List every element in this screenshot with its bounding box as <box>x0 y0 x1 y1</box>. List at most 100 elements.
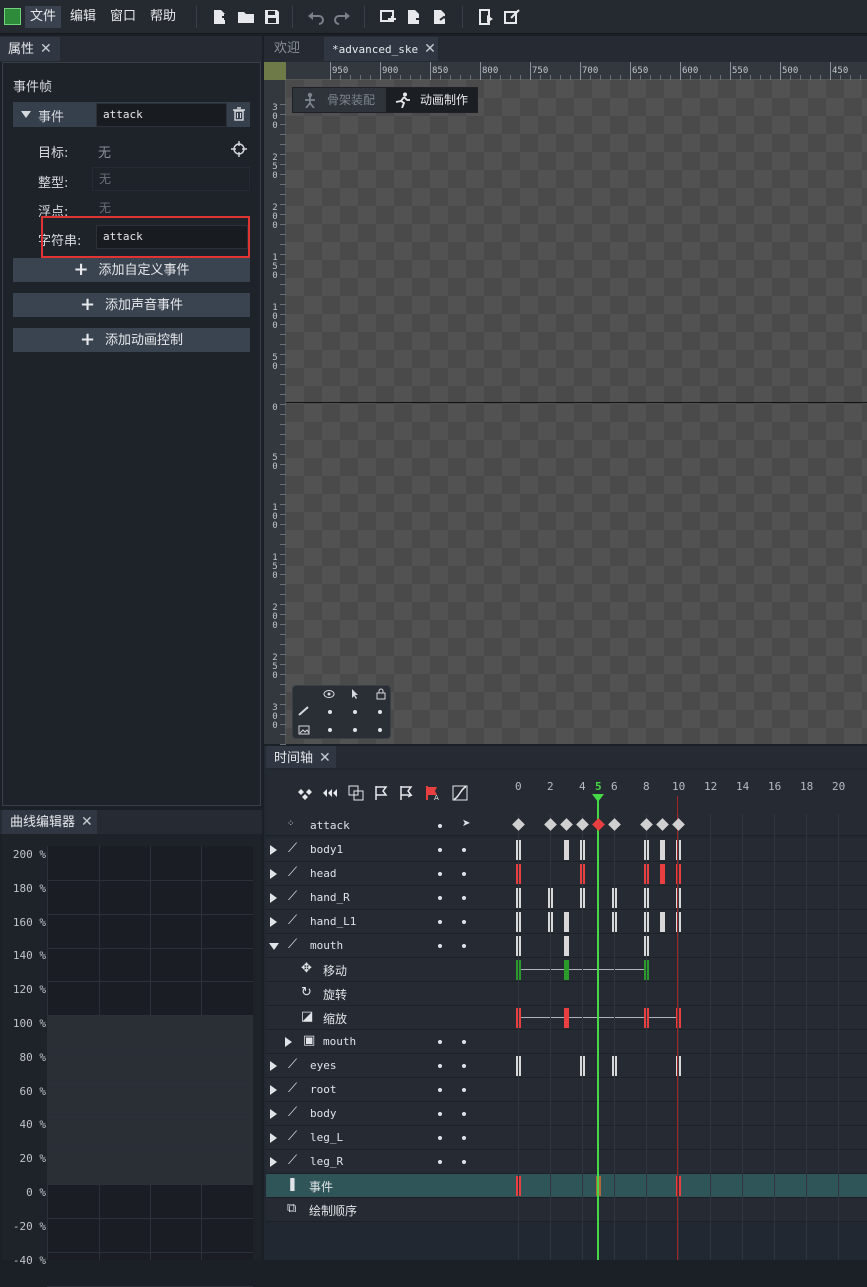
frame-number[interactable]: 8 <box>643 780 650 793</box>
add-custom-event-button[interactable]: + 添加自定义事件 <box>13 258 250 282</box>
prev-key-icon[interactable] <box>374 785 390 801</box>
keyframe[interactable] <box>564 1008 569 1028</box>
eye-dot[interactable] <box>438 1112 442 1116</box>
frame-number[interactable]: 12 <box>704 780 717 793</box>
expand-arrow-icon[interactable] <box>270 1109 277 1119</box>
timeline-track-row[interactable] <box>266 1054 867 1078</box>
frame-number[interactable]: 20 <box>832 780 845 793</box>
close-icon[interactable]: ✕ <box>40 37 52 61</box>
timeline-track-row[interactable] <box>266 1030 867 1054</box>
redo-icon[interactable] <box>332 7 352 27</box>
eye-dot[interactable] <box>438 920 442 924</box>
frame-number[interactable]: 4 <box>579 780 586 793</box>
undo-icon[interactable] <box>306 7 326 27</box>
close-icon[interactable]: ✕ <box>81 810 93 834</box>
menu-file[interactable]: 文件 <box>25 6 62 28</box>
timeline-track-row[interactable] <box>266 982 867 1006</box>
add-anim-control-button[interactable]: + 添加动画控制 <box>13 328 250 352</box>
timeline-track-row[interactable] <box>266 862 867 886</box>
auto-key-icon[interactable]: A <box>425 785 441 801</box>
int-field[interactable]: 无 <box>92 167 250 191</box>
key-tween-icon[interactable] <box>322 785 338 801</box>
collapse-arrow-icon[interactable] <box>269 943 279 950</box>
close-icon[interactable]: ✕ <box>424 37 436 61</box>
eye-dot[interactable] <box>438 1064 442 1068</box>
select-dot[interactable] <box>462 848 466 852</box>
keyframe[interactable] <box>564 912 569 932</box>
timeline-track-row[interactable] <box>266 1126 867 1150</box>
playhead-line[interactable] <box>597 796 599 1260</box>
eye-dot[interactable] <box>438 872 442 876</box>
frame-number[interactable]: 14 <box>736 780 749 793</box>
select-dot[interactable] <box>462 920 466 924</box>
select-dot[interactable] <box>462 896 466 900</box>
frame-number[interactable]: 16 <box>768 780 781 793</box>
eye-dot[interactable] <box>438 1040 442 1044</box>
expand-arrow-icon[interactable] <box>270 1157 277 1167</box>
timeline-track-row[interactable] <box>266 1174 867 1198</box>
expand-arrow-icon[interactable] <box>270 1085 277 1095</box>
frame-number[interactable]: 10 <box>672 780 685 793</box>
bone-icon[interactable] <box>298 706 310 716</box>
keyframe[interactable] <box>564 936 569 956</box>
select-dot[interactable] <box>462 944 466 948</box>
select-cursor-icon[interactable]: ➤ <box>462 818 470 830</box>
select-dot[interactable] <box>462 1040 466 1044</box>
timeline-track-row[interactable] <box>266 1078 867 1102</box>
playhead-handle[interactable] <box>592 794 604 802</box>
trash-icon[interactable] <box>232 107 246 121</box>
timeline-track-row[interactable] <box>266 1102 867 1126</box>
eye-icon[interactable] <box>323 689 335 699</box>
menu-edit[interactable]: 编辑 <box>65 6 101 28</box>
tab-curve-editor[interactable]: 曲线编辑器 ✕ <box>2 810 97 834</box>
event-name-field[interactable]: attack <box>96 103 227 127</box>
frame-number[interactable]: 18 <box>800 780 813 793</box>
eye-dot[interactable] <box>438 944 442 948</box>
edit-icon[interactable] <box>502 7 522 27</box>
curve-mode-icon[interactable] <box>452 785 468 801</box>
menu-window[interactable]: 窗口 <box>105 6 141 28</box>
add-sound-event-button[interactable]: + 添加声音事件 <box>13 293 250 317</box>
keyframe[interactable] <box>564 840 569 860</box>
next-key-icon[interactable] <box>399 785 415 801</box>
select-dot[interactable] <box>462 1160 466 1164</box>
expand-arrow-icon[interactable] <box>270 845 277 855</box>
frame-number[interactable]: 6 <box>611 780 618 793</box>
tab-document[interactable]: *advanced_ske ✕ <box>324 37 438 61</box>
close-icon[interactable]: ✕ <box>319 746 331 770</box>
expand-arrow-icon[interactable] <box>270 893 277 903</box>
canvas-viewport[interactable] <box>286 80 867 744</box>
menu-help[interactable]: 帮助 <box>145 6 181 28</box>
keyframe[interactable] <box>564 960 569 980</box>
key-all-icon[interactable] <box>297 785 313 801</box>
expand-arrow-icon[interactable] <box>270 917 277 927</box>
timeline-track-row[interactable] <box>266 1150 867 1174</box>
tab-properties[interactable]: 属性 ✕ <box>0 37 60 61</box>
collapse-icon[interactable] <box>21 111 31 118</box>
frame-number[interactable]: 5 <box>595 780 602 793</box>
publish-icon[interactable] <box>430 7 450 27</box>
select-dot[interactable] <box>462 872 466 876</box>
frame-number[interactable]: 0 <box>515 780 522 793</box>
tab-welcome[interactable]: 欢迎 <box>266 37 322 61</box>
open-folder-icon[interactable] <box>236 7 256 27</box>
eye-dot[interactable] <box>438 1088 442 1092</box>
save-icon[interactable] <box>262 7 282 27</box>
import-icon[interactable] <box>378 7 398 27</box>
eye-dot[interactable] <box>438 896 442 900</box>
preview-icon[interactable] <box>476 7 496 27</box>
cursor-icon[interactable] <box>350 688 360 700</box>
image-icon[interactable] <box>298 725 310 735</box>
expand-arrow-icon[interactable] <box>270 869 277 879</box>
select-dot[interactable] <box>462 1112 466 1116</box>
keyframe[interactable] <box>660 840 665 860</box>
new-project-icon[interactable] <box>210 7 230 27</box>
keyframe[interactable] <box>660 864 665 884</box>
select-dot[interactable] <box>462 1136 466 1140</box>
crosshair-icon[interactable] <box>231 141 247 157</box>
eye-dot[interactable] <box>438 848 442 852</box>
tab-timeline[interactable]: 时间轴 ✕ <box>266 746 336 770</box>
expand-arrow-icon[interactable] <box>285 1037 292 1047</box>
eye-dot[interactable] <box>438 824 442 828</box>
export-icon[interactable] <box>404 7 424 27</box>
